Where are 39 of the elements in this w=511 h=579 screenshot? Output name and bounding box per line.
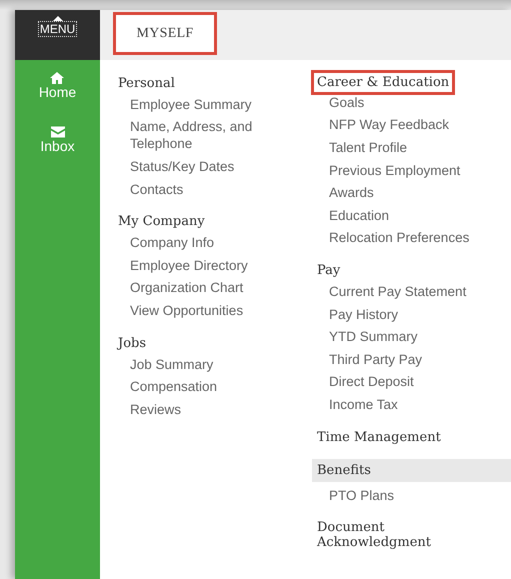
- menu-link[interactable]: Awards: [329, 181, 374, 204]
- section-heading[interactable]: Jobs: [118, 334, 146, 353]
- caret-up-icon: [52, 16, 62, 21]
- menu-link[interactable]: Relocation Preferences: [329, 226, 470, 250]
- menu-link[interactable]: YTD Summary: [329, 325, 418, 348]
- tab[interactable]: MYSELF: [113, 12, 217, 55]
- menu-link[interactable]: Job Summary: [130, 352, 214, 376]
- menu-button[interactable]: MENU: [38, 22, 76, 36]
- menu-link[interactable]: Third Party Pay: [329, 348, 422, 371]
- section-heading[interactable]: Time Management: [317, 428, 441, 447]
- menu-link[interactable]: PTO Plans: [329, 484, 394, 506]
- nav-home-link[interactable]: Home: [38, 72, 76, 100]
- section-heading[interactable]: My Company: [118, 212, 205, 232]
- menu-link[interactable]: View Opportunities: [130, 299, 244, 322]
- menu-link[interactable]: Company Info: [130, 231, 214, 254]
- menu-link[interactable]: Employee Summary: [130, 93, 252, 116]
- menu-link[interactable]: Pay History: [329, 302, 398, 326]
- home-icon: [50, 72, 64, 84]
- section-heading[interactable]: Document Acknowledgment: [317, 518, 467, 552]
- section-heading[interactable]: Pay: [317, 261, 340, 280]
- menu-link[interactable]: Compensation: [130, 375, 218, 398]
- section-heading[interactable]: Benefits: [312, 458, 511, 482]
- menu-link[interactable]: Status/Key Dates: [130, 155, 234, 178]
- section-heading[interactable]: Personal: [118, 74, 175, 93]
- menu-link[interactable]: NFP Way Feedback: [329, 114, 450, 136]
- menu-link[interactable]: Employee Directory: [130, 254, 248, 277]
- envelope-icon: [50, 126, 64, 138]
- menu-link[interactable]: Income Tax: [329, 393, 398, 416]
- nav-inbox-link[interactable]: Inbox: [40, 126, 75, 154]
- menu-link[interactable]: Education: [329, 204, 390, 227]
- menu-link[interactable]: Goals: [329, 91, 364, 114]
- menu-link[interactable]: Name, Address, and Telephone: [130, 116, 255, 156]
- menu-link[interactable]: Contacts: [130, 178, 184, 200]
- menu-link[interactable]: Previous Employment: [329, 158, 460, 182]
- menu-link[interactable]: Reviews: [130, 398, 182, 421]
- menu-link[interactable]: Talent Profile: [329, 136, 408, 159]
- menu-link[interactable]: Direct Deposit: [329, 370, 414, 394]
- menu-link[interactable]: Current Pay Statement: [329, 280, 466, 303]
- menu-link[interactable]: Organization Chart: [130, 276, 244, 300]
